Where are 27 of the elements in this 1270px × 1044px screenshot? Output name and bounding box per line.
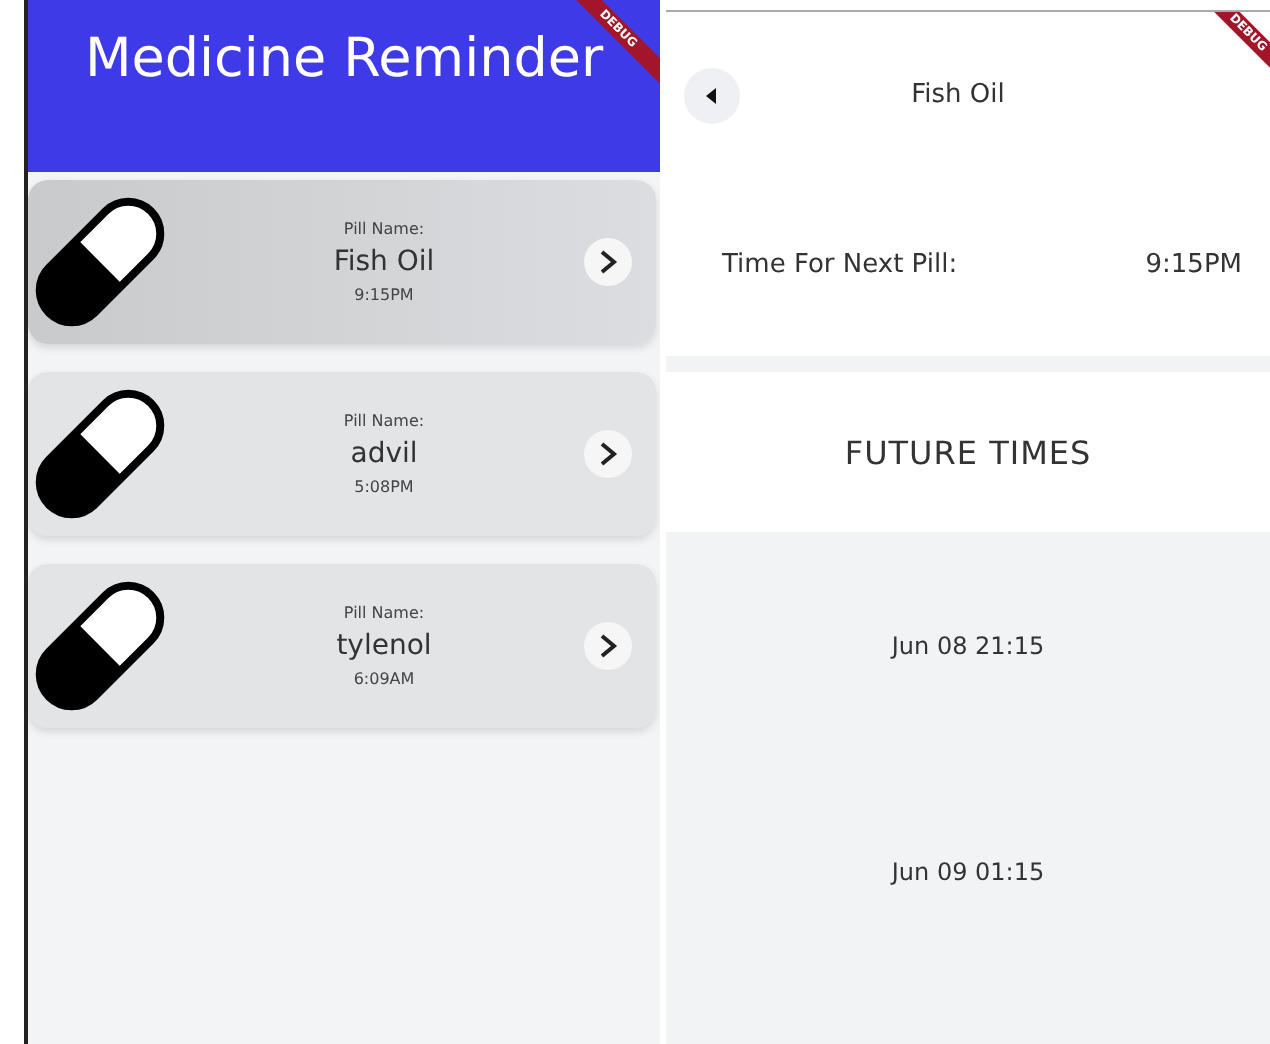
pill-card[interactable]: Pill Name: advil 5:08PM (28, 372, 656, 536)
pill-name: Fish Oil (333, 246, 435, 278)
pill-time: 9:15PM (354, 286, 414, 304)
chevron-right-icon (598, 250, 618, 274)
pill-label: Pill Name: (343, 604, 425, 622)
next-pill-time: 9:15PM (1145, 249, 1242, 279)
screen-title: Fish Oil (911, 79, 1005, 109)
chevron-button[interactable] (584, 430, 632, 478)
pill-label: Pill Name: (343, 220, 425, 238)
pill-card[interactable]: Pill Name: Fish Oil 9:15PM (28, 180, 656, 344)
future-time: Jun 08 21:15 (891, 631, 1045, 659)
back-arrow-icon (706, 88, 718, 104)
back-button[interactable] (684, 68, 740, 124)
pill-time: 5:08PM (354, 478, 414, 496)
chevron-right-icon (598, 634, 618, 658)
chevron-button[interactable] (584, 622, 632, 670)
next-pill-label: Time For Next Pill: (722, 249, 958, 279)
app-title: Medicine Reminder (84, 28, 604, 94)
pill-name: advil (350, 438, 418, 470)
chevron-button[interactable] (584, 238, 632, 286)
pill-name: tylenol (336, 630, 432, 662)
section-heading: FUTURE TIMES (844, 433, 1092, 471)
future-time: Jun 09 01:15 (891, 857, 1045, 885)
pill-label: Pill Name: (343, 412, 425, 430)
pill-time: 6:09AM (353, 670, 415, 688)
pill-card[interactable]: Pill Name: tylenol 6:09AM (28, 564, 656, 728)
chevron-right-icon (598, 442, 618, 466)
